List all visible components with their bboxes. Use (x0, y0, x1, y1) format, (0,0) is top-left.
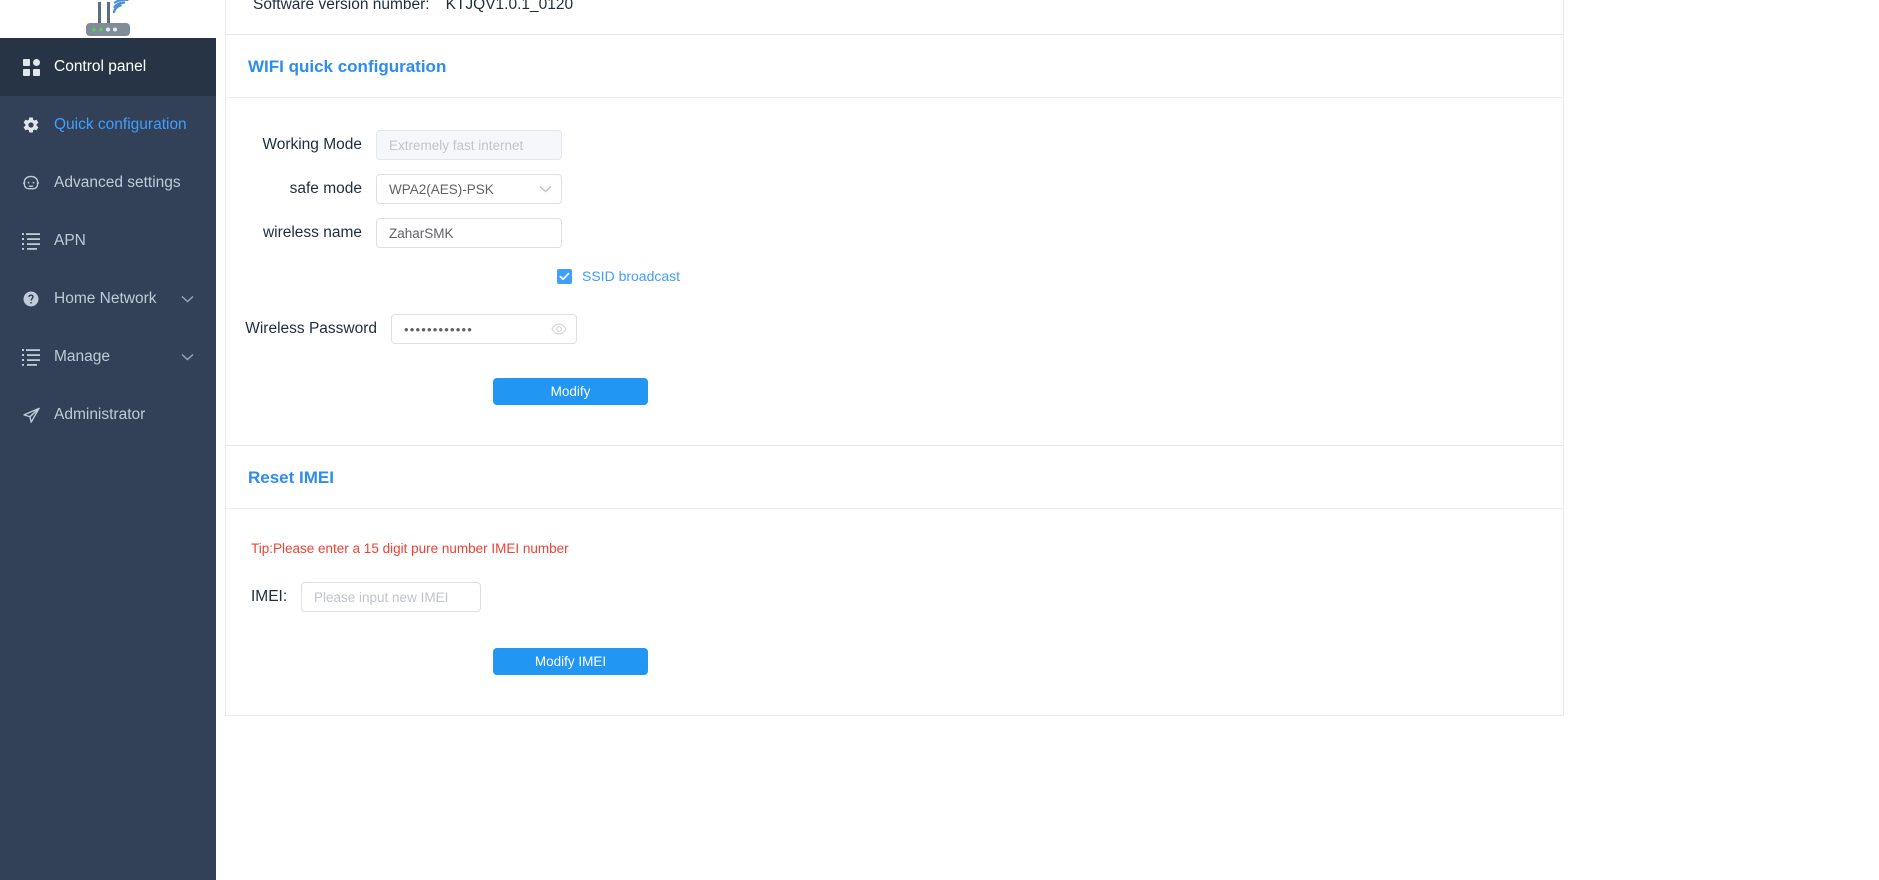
modify-imei-button[interactable]: Modify IMEI (493, 648, 648, 675)
software-version-label: Software version number: (253, 0, 430, 13)
imei-section-header: Reset IMEI (226, 446, 1563, 509)
gear-icon (20, 115, 42, 135)
safe-mode-select[interactable]: WPA2(AES)-PSK (376, 174, 562, 204)
brand-logo-area (0, 0, 216, 38)
sidebar-item-administrator[interactable]: Administrator (0, 386, 216, 444)
sidebar-item-label: Quick configuration (54, 116, 187, 133)
sidebar-item-manage[interactable]: Manage (0, 328, 216, 386)
software-version-value: KTJQV1.0.1_0120 (445, 0, 574, 13)
imei-placeholder: Please input new IMEI (314, 589, 449, 605)
wireless-password-input[interactable]: •••••••••••• (391, 314, 577, 344)
wifi-router-icon (76, 0, 140, 38)
imei-label: IMEI: (251, 588, 288, 605)
version-info-block: Hardware version number: V1.0 Software v… (226, 0, 1563, 35)
section-title: WIFI quick configuration (248, 57, 447, 76)
safe-mode-value: WPA2(AES)-PSK (389, 181, 494, 197)
wireless-password-value: •••••••••••• (404, 321, 474, 337)
wireless-name-input[interactable]: ZaharSMK (376, 218, 562, 248)
ssid-broadcast-checkbox[interactable] (557, 268, 572, 284)
sidebar-item-label: Home Network (54, 290, 157, 307)
working-mode-row: Working Mode Extremely fast internet (226, 130, 1563, 160)
modify-button-row: Modify (226, 378, 1563, 405)
ssid-broadcast-label[interactable]: SSID broadcast (582, 268, 680, 284)
wireless-password-row: Wireless Password •••••••••••• (226, 314, 1563, 344)
sidebar-item-label: APN (54, 232, 86, 249)
content-card: Hardware version number: V1.0 Software v… (225, 0, 1564, 716)
sidebar-item-label: Control panel (54, 58, 147, 75)
wifi-section-header: WIFI quick configuration (226, 35, 1563, 98)
sidebar-item-apn[interactable]: APN (0, 212, 216, 270)
sidebar-item-control-panel[interactable]: Control panel (0, 38, 216, 96)
safe-mode-label: safe mode (289, 180, 362, 197)
working-mode-value: Extremely fast internet (389, 137, 524, 153)
reset-imei-section: Reset IMEI Tip:Please enter a 15 digit p… (226, 446, 1563, 715)
sidebar-item-home-network[interactable]: Home Network (0, 270, 216, 328)
imei-tip-text: Tip:Please enter a 15 digit pure number … (251, 541, 569, 556)
list-tree-icon (20, 231, 42, 251)
ssid-broadcast-row: SSID broadcast (226, 268, 1563, 284)
wireless-name-value: ZaharSMK (389, 225, 454, 241)
sidebar-item-advanced-settings[interactable]: Advanced settings (0, 154, 216, 212)
imei-input-row: IMEI: Please input new IMEI (226, 582, 1563, 612)
robot-face-icon (20, 173, 42, 193)
chevron-down-icon[interactable] (181, 295, 194, 303)
working-mode-label: Working Mode (262, 136, 362, 153)
chevron-down-icon[interactable] (181, 353, 194, 361)
sidebar-nav: Control panel Quick configuration Advanc… (0, 38, 216, 880)
imei-section-body: Tip:Please enter a 15 digit pure number … (226, 509, 1563, 715)
sidebar-item-label: Manage (54, 348, 111, 365)
safe-mode-row: safe mode WPA2(AES)-PSK (226, 174, 1563, 204)
chevron-down-icon[interactable] (539, 185, 552, 193)
software-version-row: Software version number: KTJQV1.0.1_0120 (253, 0, 1563, 20)
dashboard-grid-icon (20, 57, 42, 77)
main-content: Hardware version number: V1.0 Software v… (216, 0, 1879, 880)
sidebar-item-label: Advanced settings (54, 174, 181, 191)
section-title: Reset IMEI (248, 468, 334, 487)
list-tree-icon (20, 347, 42, 367)
modify-button[interactable]: Modify (493, 378, 648, 405)
question-circle-icon (20, 289, 42, 309)
eye-icon[interactable] (551, 323, 567, 335)
modify-imei-button-row: Modify IMEI (226, 648, 1563, 675)
wireless-name-row: wireless name ZaharSMK (226, 218, 1563, 248)
wireless-name-label: wireless name (262, 224, 362, 241)
wifi-section-body: Working Mode Extremely fast internet saf… (226, 98, 1563, 445)
sidebar-item-label: Administrator (54, 406, 146, 423)
working-mode-input: Extremely fast internet (376, 130, 562, 160)
sidebar: Control panel Quick configuration Advanc… (0, 0, 216, 880)
wireless-password-label: Wireless Password (245, 320, 377, 337)
wifi-quick-configuration-section: WIFI quick configuration Working Mode Ex… (226, 35, 1563, 446)
paper-plane-icon (20, 405, 42, 425)
app-root: Control panel Quick configuration Advanc… (0, 0, 1879, 880)
imei-input[interactable]: Please input new IMEI (301, 582, 481, 612)
check-icon (559, 272, 570, 281)
sidebar-item-quick-configuration[interactable]: Quick configuration (0, 96, 216, 154)
